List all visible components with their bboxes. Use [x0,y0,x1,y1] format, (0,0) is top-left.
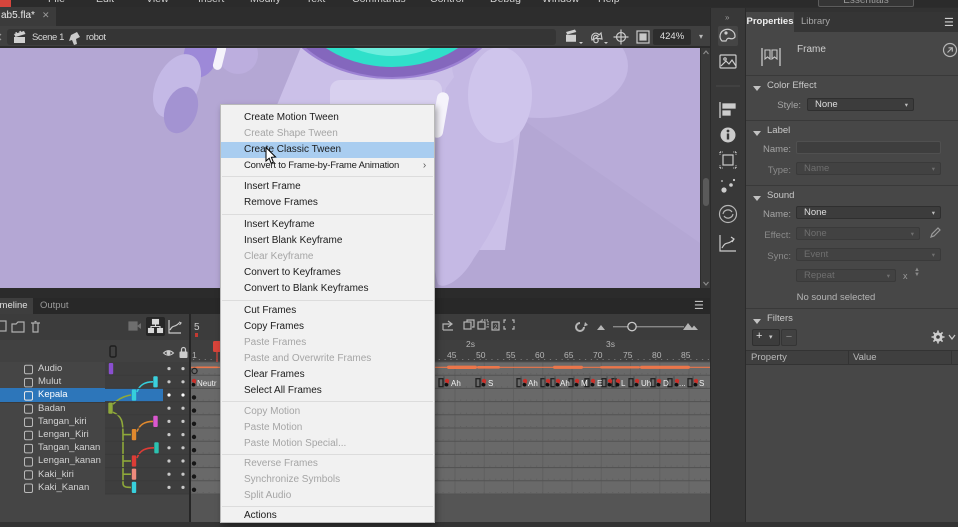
svg-text:Ah: Ah [528,379,538,388]
svg-text:S: S [488,379,493,388]
svg-text:Uh: Uh [641,379,651,388]
svg-text:S: S [699,379,704,388]
svg-text:65: 65 [564,350,574,360]
svg-text:85: 85 [681,350,691,360]
svg-text:...: ... [679,379,686,388]
svg-text:Neutr: Neutr [197,379,217,388]
svg-text:60: 60 [535,350,545,360]
svg-text:55: 55 [506,350,516,360]
svg-text:L: L [621,379,626,388]
svg-text:D: D [663,379,669,388]
svg-text:50: 50 [476,350,486,360]
svg-text:M: M [581,379,588,388]
svg-text:3s: 3s [606,339,615,349]
svg-text:70: 70 [593,350,603,360]
svg-text:Ah: Ah [560,379,570,388]
svg-text:2s: 2s [466,339,475,349]
svg-text:1: 1 [192,350,197,360]
svg-text:75: 75 [623,350,633,360]
svg-text:Ah: Ah [451,379,461,388]
svg-text:E: E [597,379,602,388]
svg-text:80: 80 [652,350,662,360]
svg-text:45: 45 [447,350,457,360]
svg-text:»: » [725,13,730,22]
